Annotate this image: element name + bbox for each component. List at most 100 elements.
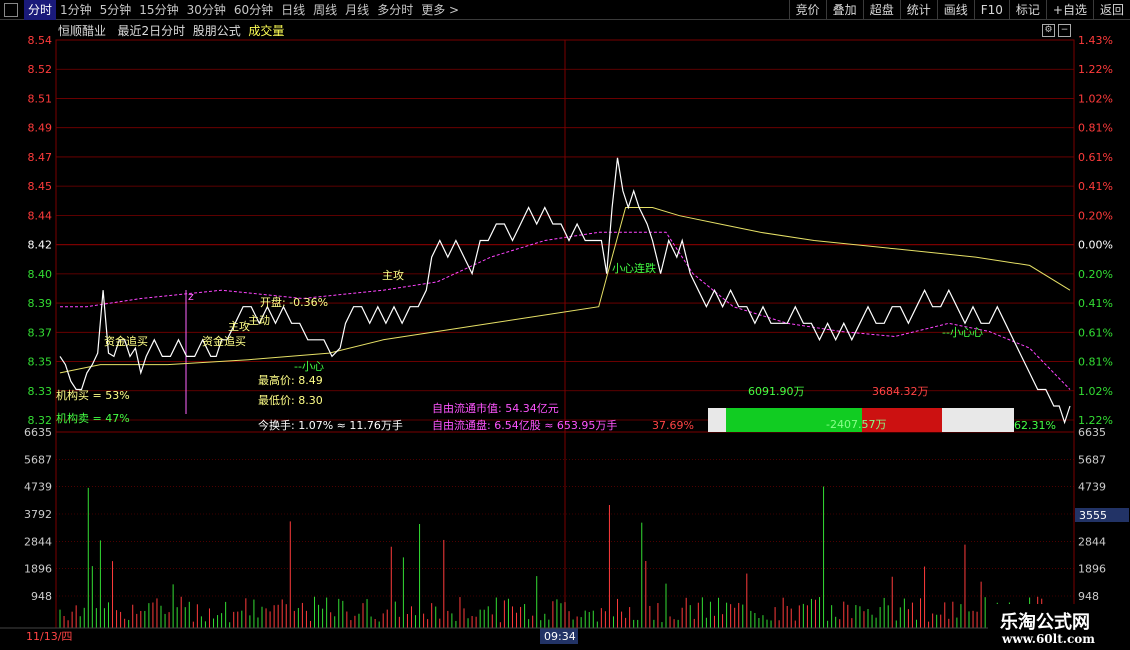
careful-3-label: --小心心 [942,326,983,339]
tab-3[interactable]: 15分钟 [135,0,182,20]
tool-button-7[interactable]: +自选 [1045,0,1093,20]
price-tick: 8.52 [28,63,53,76]
price-tick: 8.49 [28,122,53,135]
flow-green-amount: 6091.90万 [748,385,805,398]
price-tick: 8.39 [28,297,53,310]
fund-chase-1: 资金追买 [104,334,148,348]
pct-tick: 0.81% [1078,122,1113,135]
tab-8[interactable]: 月线 [341,0,373,20]
pct-tick: 1.02% [1078,385,1113,398]
volume-tick: 6635 [24,426,52,439]
subtitle: 最近2日分时 [117,24,186,38]
price-tick: 8.42 [28,239,53,252]
float-value-label: 自由流通市值: 54.34亿元 [432,401,559,415]
watermark-url: www.60lt.com [1002,632,1095,646]
volume-marker: 3555 [1079,509,1107,522]
volume-label: 成交量 [248,24,285,38]
price-tick: 8.51 [28,92,53,105]
float-shares-label: 自由流通盘: 6.54亿股 ≈ 653.95万手 [432,418,617,432]
main-buy-label: 主攻 [382,268,404,282]
tab-1[interactable]: 1分钟 [56,0,96,20]
inst-buy-label: 机构买 = 53% [56,388,130,402]
tool-button-3[interactable]: 统计 [899,0,937,20]
tab-9[interactable]: 多分时 [373,0,417,20]
minus-icon[interactable]: − [1058,24,1071,37]
volume-tick-right: 4739 [1078,481,1106,494]
watermark-name: 乐淘公式网 [1000,612,1090,633]
formula-name: 股朋公式 [192,24,241,38]
price-tick: 8.35 [28,356,53,369]
tab-6[interactable]: 日线 [277,0,309,20]
tool-button-8[interactable]: 返回 [1092,0,1130,20]
volume-tick: 948 [31,590,52,603]
pct-tick: 0.20% [1078,268,1113,281]
tab-2[interactable]: 5分钟 [96,0,136,20]
flow-red-amount: 3684.32万 [872,385,929,398]
price-tick: 8.45 [28,180,53,193]
zhu-label: 主动 [248,314,270,327]
pct-tick: 0.61% [1078,151,1113,164]
inst-sell-label: 机构卖 = 47% [56,411,130,425]
flow-bar-left [708,408,726,432]
tool-button-1[interactable]: 叠加 [825,0,863,20]
price-tick: 8.54 [28,34,53,47]
volume-tick: 2844 [24,535,52,548]
window-menu-icon[interactable] [4,3,18,17]
settings-icon[interactable]: ⚙ [1042,24,1055,37]
main-attack-label: 主攻 [228,319,250,333]
intraday-chart[interactable]: 8.54 1.43% 8.52 1.22% 8.51 1.02% 8.49 0.81% 8.47… [0,20,1130,650]
volume-tick-right: 1896 [1078,563,1106,576]
price-tick: 8.37 [28,326,53,339]
careful-2-label: 小心连跌 [612,261,656,275]
footer-time: 09:34 [544,630,576,643]
volume-tick: 5687 [24,453,52,466]
volume-tick-right: 5687 [1078,453,1106,466]
turnover-label: 今换手: 1.07% ≈ 11.76万手 [258,418,403,432]
z-label: z [188,290,194,303]
volume-tick-right: 6635 [1078,426,1106,439]
flow-left-pct: 37.69% [652,419,694,432]
fund-chase-2: 资金追买 [202,334,246,348]
flow-right-pct: 62.31% [1014,419,1056,432]
flow-net: -2407.57万 [826,418,886,431]
flow-bar-right [942,408,1014,432]
volume-tick: 1896 [24,563,52,576]
pct-tick: 1.22% [1078,63,1113,76]
tool-button-2[interactable]: 超盘 [862,0,900,20]
tool-button-6[interactable]: 标记 [1008,0,1046,20]
tool-button-4[interactable]: 画线 [936,0,974,20]
price-tick: 8.40 [28,268,53,281]
footer-date: 11/13/四 [26,630,72,643]
period-toolbar: 分时 1分钟 5分钟 15分钟 30分钟 60分钟 日线 周线 月线 多分时 更多 > 竞价 叠加 超盘… [0,0,1130,20]
tool-button-5[interactable]: F10 [973,0,1009,20]
pct-tick: 0.81% [1078,356,1113,369]
tab-4[interactable]: 30分钟 [183,0,230,20]
volume-tick-right: 948 [1078,590,1099,603]
volume-tick: 3792 [24,508,52,521]
chart-title: 恒顺醋业 最近2日分时 股朋公式 成交量 [58,22,284,38]
volume-tick: 4739 [24,481,52,494]
pct-tick: 0.00% [1078,239,1113,252]
tab-0[interactable]: 分时 [24,0,57,20]
tab-7[interactable]: 周线 [309,0,341,20]
watermark: 乐淘公式网 www.60lt.com [988,604,1130,650]
price-tick: 8.33 [28,385,53,398]
pct-tick: 0.61% [1078,326,1113,339]
high-label: 最高价: 8.49 [258,373,323,387]
stock-name: 恒顺醋业 [58,24,107,38]
period-tabs: 分时 1分钟 5分钟 15分钟 30分钟 60分钟 日线 周线 月线 多分时 更多 > [0,0,463,20]
price-tick: 8.47 [28,151,53,164]
pct-tick: 0.20% [1078,209,1113,222]
low-label: 最低价: 8.30 [258,394,323,407]
tool-button-0[interactable]: 竞价 [788,0,826,20]
price-tick: 8.44 [28,209,53,222]
pct-tick: 0.41% [1078,297,1113,310]
careful-1-label: --小心 [294,360,324,373]
volume-tick-right: 2844 [1078,535,1106,548]
pct-tick: 0.41% [1078,180,1113,193]
open-label: 开盘: -0.36% [260,295,328,309]
pct-tick: 1.43% [1078,34,1113,47]
pct-tick: 1.02% [1078,92,1113,105]
tab-5[interactable]: 60分钟 [230,0,277,20]
tab-10[interactable]: 更多 > [417,0,463,20]
